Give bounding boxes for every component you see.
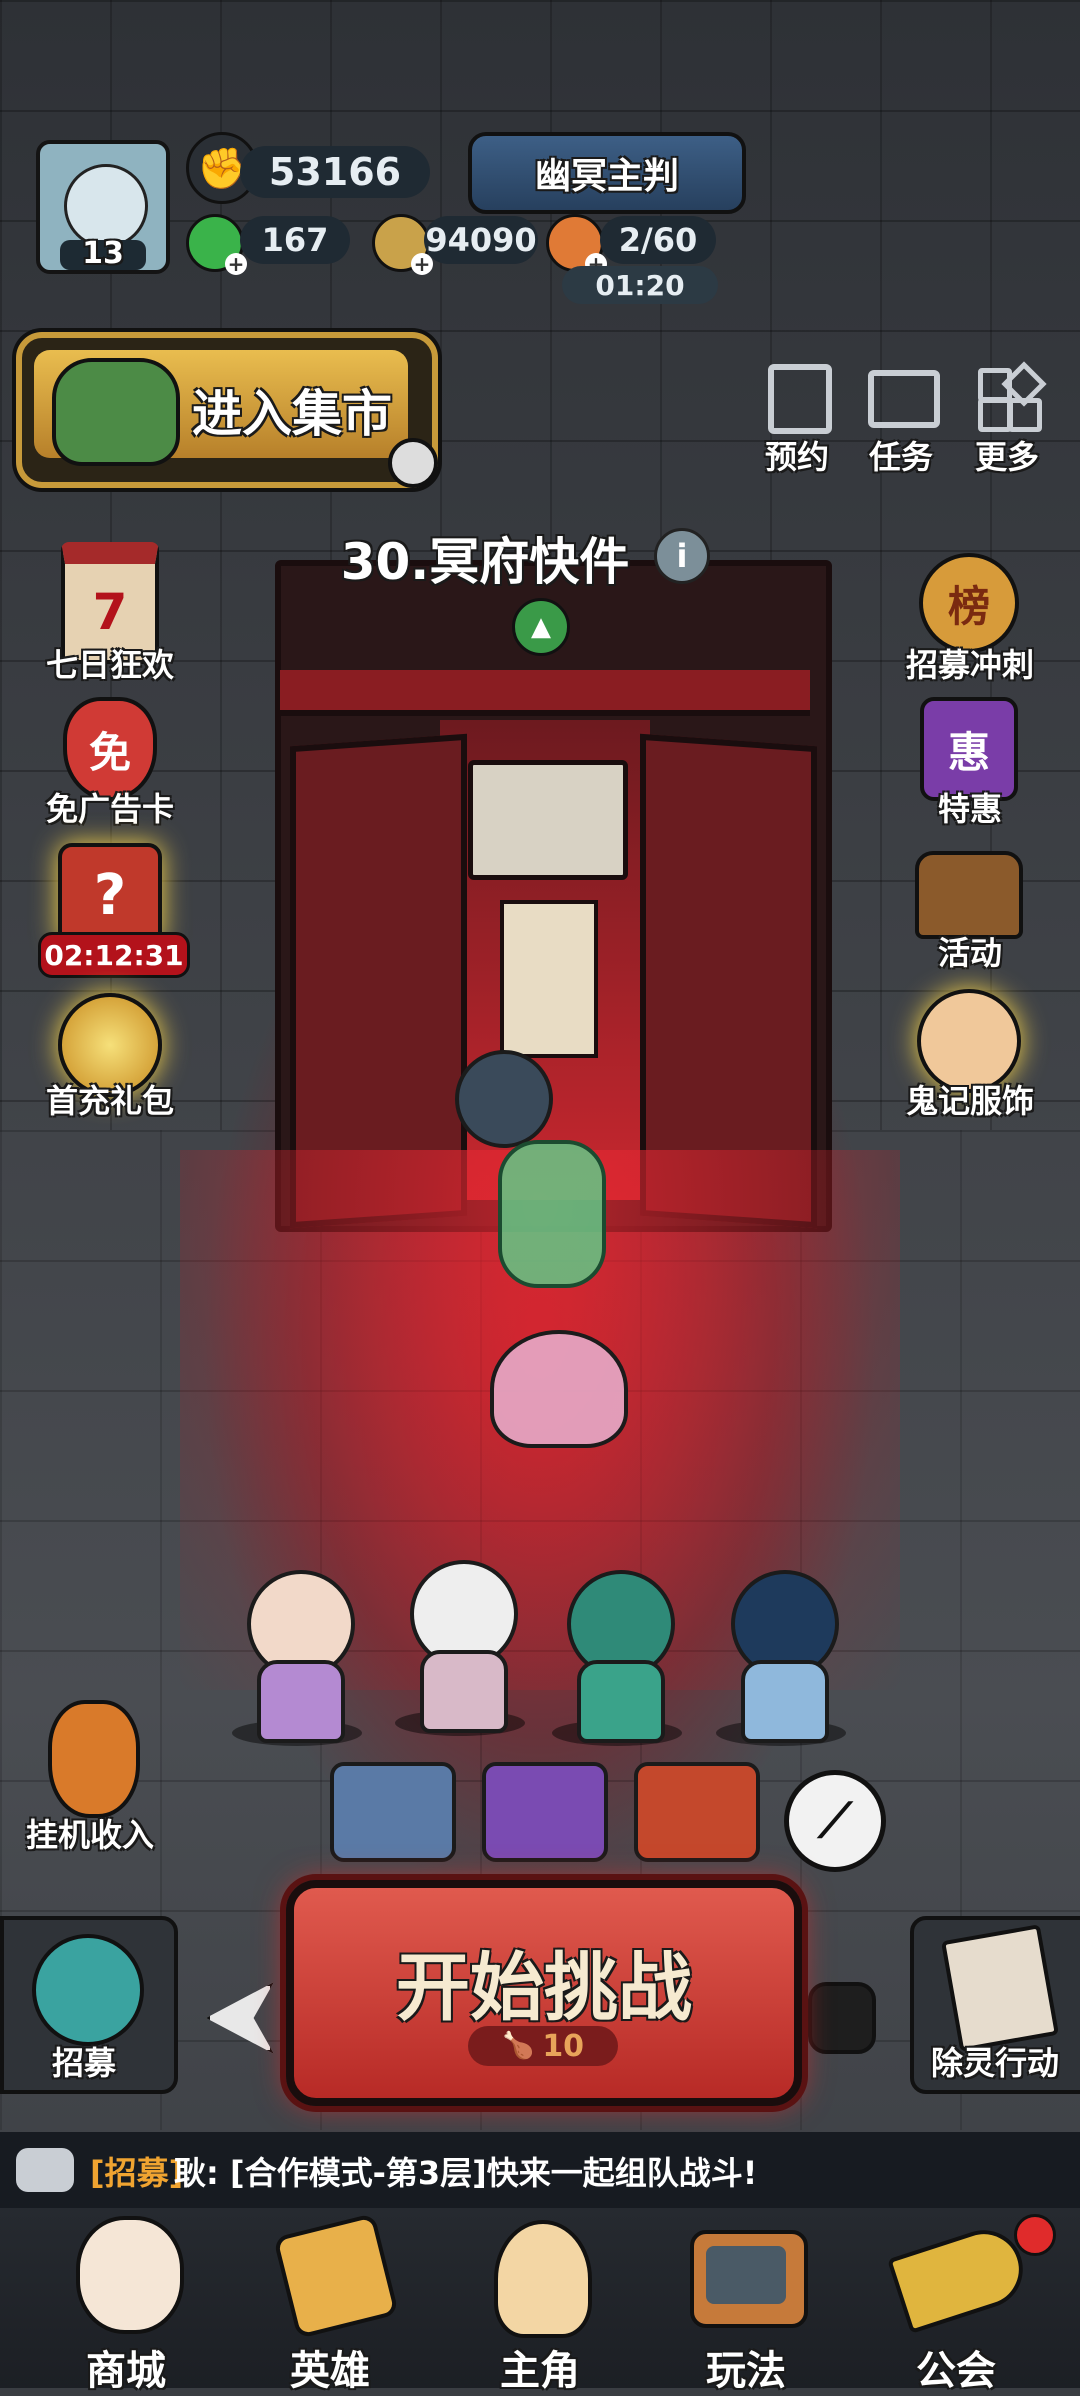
coin-value: 94090 — [425, 221, 537, 259]
coin-display: 94090 — [424, 216, 538, 264]
hero-green-swordsman[interactable] — [552, 1570, 682, 1746]
jade-value: 167 — [261, 221, 329, 259]
power-display: 53166 — [240, 146, 430, 198]
task-button[interactable]: 任务 — [856, 360, 946, 476]
exorcism-cards-icon — [941, 1924, 1059, 2052]
info-icon[interactable]: i — [654, 528, 710, 584]
reservation-label: 预约 — [764, 438, 829, 476]
market-lock-icon — [388, 438, 438, 488]
first-charge-gift-label: 首充礼包 — [45, 1082, 174, 1120]
stage-upgrade-icon[interactable]: ▲ — [512, 598, 570, 656]
recruit-scroll-icon — [32, 1934, 144, 2046]
event-label: 活动 — [937, 934, 1002, 972]
coin-icon[interactable]: + — [372, 214, 433, 275]
nav-shop[interactable]: 商城 — [36, 2210, 216, 2394]
rank-title: 幽冥主判 — [534, 156, 679, 197]
recruit-button[interactable]: 招募 — [0, 1916, 178, 2094]
recruit-sprint-label: 招募冲刺 — [905, 646, 1034, 684]
add-jade-icon: + — [225, 253, 247, 275]
recruit-rank-icon: 榜 — [919, 553, 1019, 653]
chat-message: 耿: [合作模式-第3层]快来一起组队战斗! — [174, 2154, 758, 2192]
player-level: 13 — [82, 236, 124, 271]
exorcism-label: 除灵行动 — [930, 2044, 1059, 2082]
ad-free-card-label: 免广告卡 — [45, 790, 174, 828]
chat-bubble-icon — [16, 2148, 74, 2192]
task-board-icon — [868, 370, 940, 428]
mystery-gift-timer: 02:12:31 — [38, 932, 190, 978]
power-value: 53166 — [268, 150, 402, 194]
horn-icon — [887, 2220, 1033, 2334]
idle-income-button[interactable]: 挂机收入 — [20, 1700, 160, 1860]
player-avatar[interactable]: 13 — [36, 140, 170, 274]
chest-flame[interactable] — [634, 1762, 760, 1862]
chat-bar[interactable]: [招募] 耿: [合作模式-第3层]快来一起组队战斗! — [0, 2132, 1080, 2208]
gourd-icon — [48, 1700, 140, 1818]
hero-moon-maiden[interactable] — [716, 1570, 846, 1746]
gate-lintel — [280, 670, 810, 716]
enemy-dark-ghost — [455, 1050, 553, 1148]
stamina-timer: 01:20 — [595, 268, 685, 302]
drumstick-stamina-icon[interactable]: + — [546, 214, 607, 275]
hero-swordswoman[interactable] — [232, 1570, 362, 1746]
recruit-label: 招募 — [51, 2044, 116, 2082]
jade-display: 167 — [240, 216, 350, 264]
enemy-pink-ghost — [490, 1330, 628, 1448]
hero-scroll-icon — [272, 2212, 400, 2340]
protagonist-icon — [494, 2220, 592, 2338]
more-label: 更多 — [974, 438, 1039, 476]
gate-boss-portrait — [468, 760, 628, 880]
rank-title-banner[interactable]: 幽冥主判 — [468, 132, 746, 214]
tv-icon — [690, 2230, 808, 2328]
exorcism-action-button[interactable]: 除灵行动 — [910, 1916, 1080, 2094]
chat-tag: [招募] — [90, 2154, 184, 2192]
stamina-timer-display: 01:20 — [562, 266, 718, 304]
more-button[interactable]: 更多 — [962, 360, 1052, 476]
nav-guild[interactable]: 公会 — [866, 2210, 1056, 2394]
market-pot-icon — [52, 358, 180, 466]
stage-title: 30.冥府快件 — [340, 533, 630, 591]
seven-day-carnival-label: 七日狂欢 — [45, 646, 174, 684]
stamina-display: 2/60 — [600, 216, 716, 264]
challenge-cost-pill: 🍗 10 — [468, 2026, 618, 2066]
nav-protagonist[interactable]: 主角 — [450, 2210, 630, 2394]
stamina-value: 2/60 — [618, 221, 698, 259]
chest-blue[interactable] — [330, 1762, 456, 1862]
clipboard-icon — [768, 364, 832, 434]
special-offer-label: 特惠 — [937, 790, 1002, 828]
lucky-cat-icon — [76, 2216, 184, 2334]
chest-purple[interactable] — [482, 1762, 608, 1862]
nav-hero[interactable]: 英雄 — [240, 2210, 420, 2394]
drumstick-icon: 🍗 — [501, 2031, 535, 2061]
market-label: 进入集市 — [192, 385, 392, 443]
next-stage-lock-icon[interactable] — [808, 1982, 876, 2054]
reservation-button[interactable]: 预约 — [752, 360, 842, 476]
enter-market-button[interactable]: 进入集市 — [16, 332, 438, 488]
task-label: 任务 — [868, 438, 933, 476]
notification-dot — [1014, 2214, 1056, 2256]
jade-icon[interactable]: + — [186, 214, 247, 275]
speed-up-icon[interactable]: ⟋ — [784, 1770, 886, 1872]
nav-gameplay[interactable]: 玩法 — [656, 2210, 836, 2394]
ghost-costume-label: 鬼记服饰 — [905, 1082, 1034, 1120]
grid-more-icon — [978, 361, 1047, 432]
enemy-green-fanged-ghost — [498, 1140, 606, 1288]
hero-skull-mage[interactable] — [395, 1560, 525, 1736]
start-challenge-label: 开始挑战 — [396, 1945, 692, 2031]
idle-income-label: 挂机收入 — [25, 1816, 154, 1854]
event-chest-icon — [915, 851, 1023, 939]
challenge-cost: 10 — [542, 2028, 585, 2064]
start-challenge-button[interactable]: 开始挑战 🍗 10 — [286, 1880, 802, 2106]
gate-banner — [500, 900, 598, 1058]
